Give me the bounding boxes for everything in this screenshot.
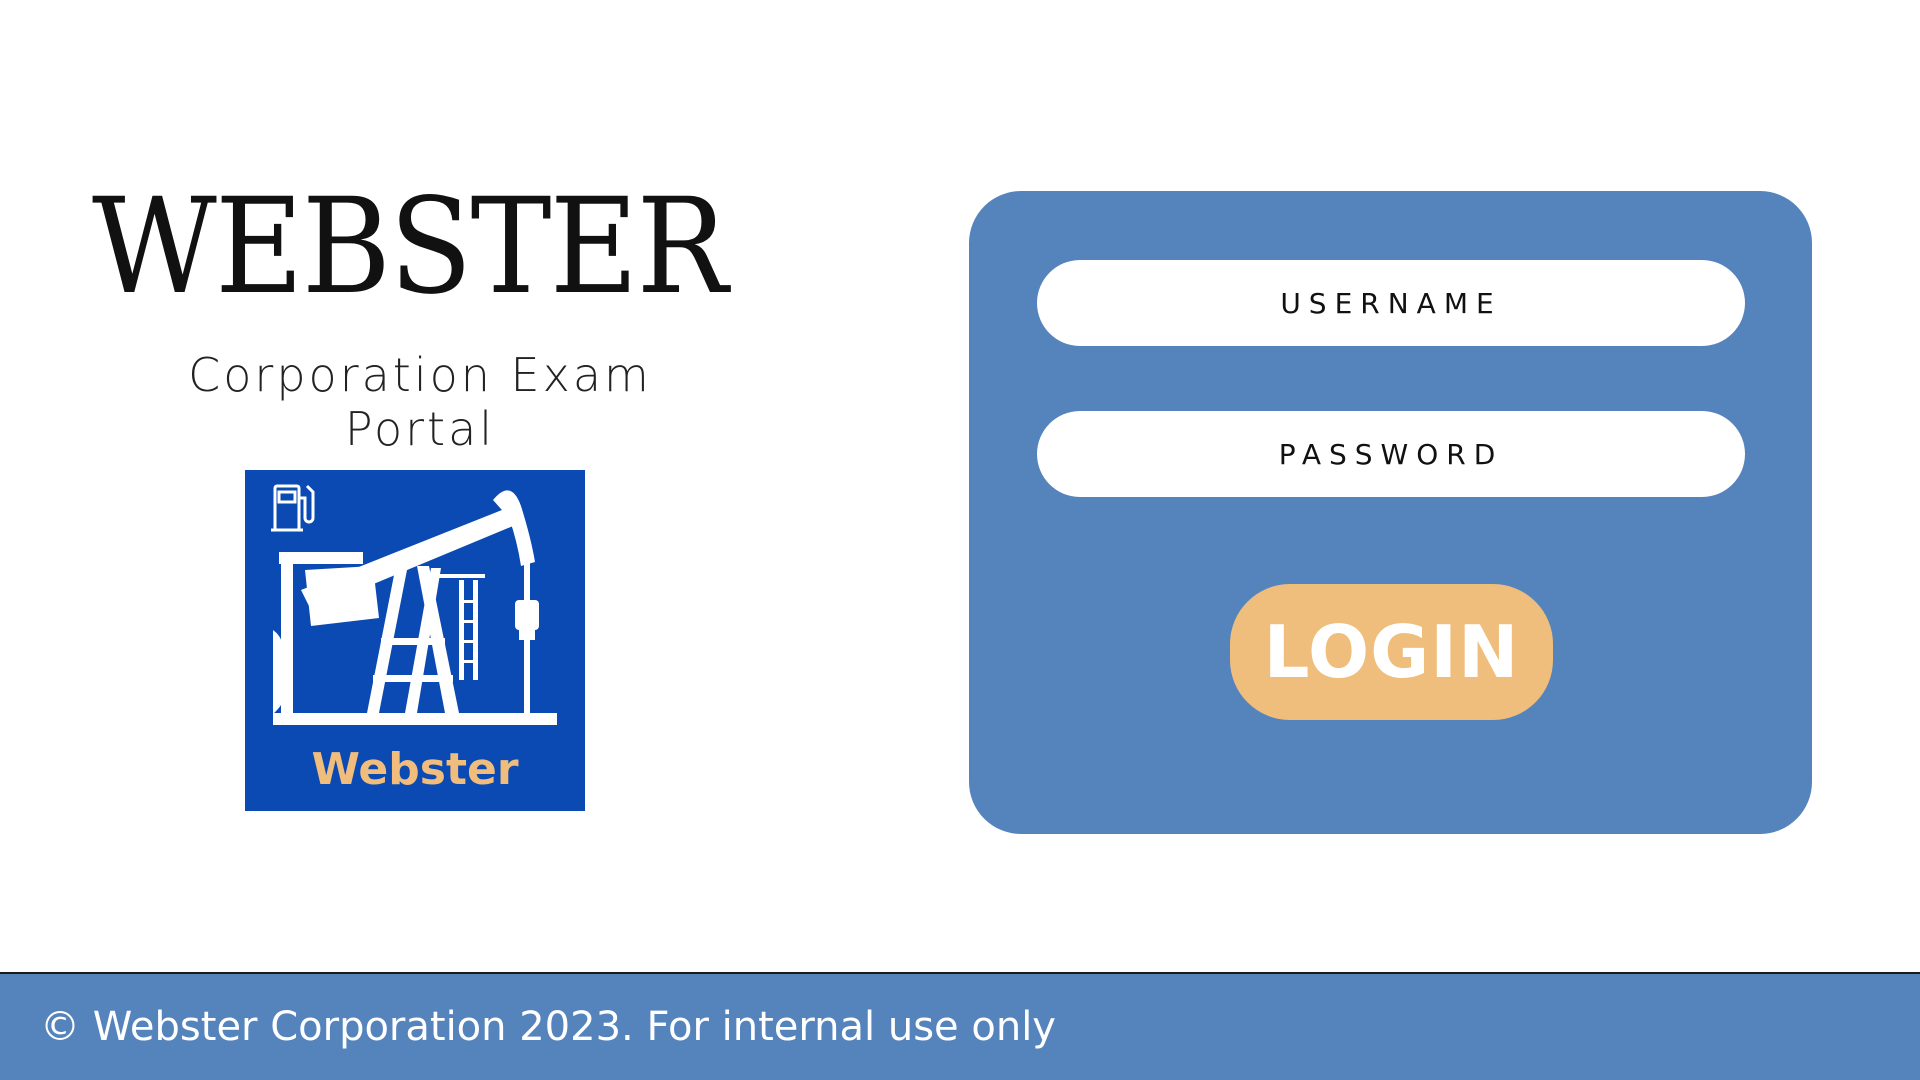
footer-text: © Webster Corporation 2023. For internal… [40, 1004, 1056, 1050]
page-title: WEBSTER [92, 170, 728, 324]
footer: © Webster Corporation 2023. For internal… [0, 972, 1920, 1080]
page-subtitle: Corporation Exam Portal [188, 348, 652, 456]
login-panel: LOGIN [969, 191, 1812, 834]
login-button[interactable]: LOGIN [1230, 584, 1553, 720]
username-field[interactable] [1037, 260, 1745, 346]
logo-text: Webster [311, 744, 519, 795]
fuel-pump-icon [271, 484, 315, 532]
password-field[interactable] [1037, 411, 1745, 497]
company-logo: Webster [245, 470, 585, 811]
